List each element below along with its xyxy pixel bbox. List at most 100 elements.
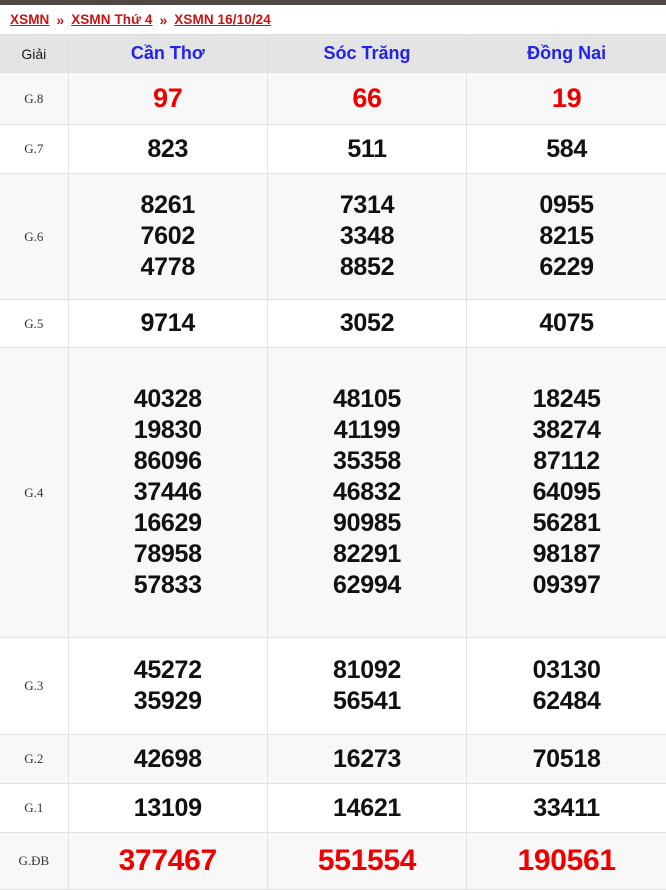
prize-number: 38274 [532,416,601,444]
prize-number: 584 [546,134,587,163]
prize-number: 3348 [339,222,395,250]
prize-numbers-cell: 81092 56541 [267,637,468,735]
prize-number: 97 [153,83,183,113]
prize-number: 0955 [539,191,594,219]
prize-number: 40328 [133,385,202,413]
prize-number: 64095 [532,478,601,506]
prize-number: 09397 [532,571,601,599]
prize-label: G.1 [0,783,69,833]
prize-number: 14621 [333,793,402,822]
prize-number: 9714 [140,309,196,337]
prize-numbers-cell: 97 [68,72,268,125]
prize-numbers-cell: 48105 41199 35358 46832 90985 82291 62994 [267,347,468,638]
prize-label: G.ĐB [0,832,69,890]
prize-number: 86096 [133,447,202,475]
prize-numbers-cell: 03130 62484 [466,637,666,735]
lottery-results-table: Giải Cần Thơ Sóc Trăng Đồng Nai G.8 97 66 1… [0,34,666,890]
breadcrumb-separator: » [159,11,168,28]
prize-numbers-cell: 40328 19830 86096 37446 16629 78958 57833 [68,347,268,638]
table-row: G.ĐB 377467 551554 190561 [0,832,666,890]
prize-numbers-cell: 3052 [267,299,468,348]
column-header-prize: Giải [0,34,69,73]
prize-number: 87112 [533,447,600,475]
breadcrumb: XSMN » XSMN Thứ 4 » XSMN 16/10/24 [0,5,666,34]
prize-number: 18245 [532,385,601,413]
prize-numbers-cell: 16273 [267,734,468,784]
prize-number: 3052 [339,309,395,337]
prize-number: 8215 [539,222,594,250]
prize-numbers-cell: 0955 8215 6229 [466,173,666,300]
prize-number: 46832 [333,478,402,506]
column-header-province-0[interactable]: Cần Thơ [68,34,268,73]
prize-number: 66 [352,83,382,113]
prize-number: 7314 [339,191,395,219]
table-row: G.1 13109 14621 33411 [0,783,666,833]
prize-label: G.6 [0,173,69,300]
prize-numbers-cell: 13109 [68,783,268,833]
prize-number: 78958 [133,540,202,568]
prize-numbers-cell: 190561 [466,832,666,890]
prize-number: 4778 [140,253,196,281]
prize-number: 16273 [333,744,402,773]
prize-numbers-cell: 19 [466,72,666,125]
prize-numbers-cell: 551554 [267,832,468,890]
prize-number: 551554 [317,844,417,877]
prize-numbers-cell: 42698 [68,734,268,784]
prize-numbers-cell: 9714 [68,299,268,348]
prize-number: 41199 [333,416,401,444]
prize-number: 511 [347,134,387,163]
prize-number: 82291 [333,540,402,568]
prize-number: 19830 [133,416,202,444]
prize-numbers-cell: 33411 [466,783,666,833]
prize-label: G.4 [0,347,69,638]
prize-number: 62484 [532,687,601,715]
prize-number: 35358 [333,447,402,475]
prize-numbers-cell: 823 [68,124,268,174]
table-header: Giải Cần Thơ Sóc Trăng Đồng Nai [0,34,666,73]
prize-number: 56541 [333,687,402,715]
prize-number: 45272 [133,656,202,684]
prize-numbers-cell: 18245 38274 87112 64095 56281 98187 09397 [466,347,666,638]
breadcrumb-separator: » [56,11,65,28]
prize-number: 62994 [333,571,402,599]
column-header-province-1[interactable]: Sóc Trăng [267,34,468,73]
table-header-row: Giải Cần Thơ Sóc Trăng Đồng Nai [0,34,666,73]
prize-numbers-cell: 511 [267,124,468,174]
table-row: G.6 8261 7602 4778 7314 3348 8852 0955 8215 6229 [0,173,666,300]
prize-label: G.5 [0,299,69,348]
prize-number: 03130 [532,656,601,684]
prize-number: 81092 [333,656,402,684]
prize-numbers-cell: 584 [466,124,666,174]
prize-number: 8852 [339,253,395,281]
prize-label: G.3 [0,637,69,735]
prize-number: 57833 [133,571,202,599]
prize-numbers-cell: 14621 [267,783,468,833]
table-row: G.7 823 511 584 [0,124,666,174]
lottery-results-page: XSMN » XSMN Thứ 4 » XSMN 16/10/24 Giải C… [0,0,666,890]
column-header-province-2[interactable]: Đồng Nai [466,34,666,73]
prize-number: 13109 [133,793,202,822]
breadcrumb-item-1[interactable]: XSMN Thứ 4 [71,12,152,27]
prize-number: 6229 [539,253,594,281]
prize-label: G.7 [0,124,69,174]
prize-number: 8261 [140,191,196,219]
table-row: G.5 9714 3052 4075 [0,299,666,348]
breadcrumb-item-0[interactable]: XSMN [10,12,49,27]
prize-label: G.2 [0,734,69,784]
prize-number: 90985 [333,509,402,537]
prize-number: 377467 [118,844,218,877]
prize-number: 823 [147,134,189,163]
prize-number: 37446 [133,478,202,506]
prize-number: 48105 [333,385,402,413]
breadcrumb-item-2[interactable]: XSMN 16/10/24 [174,12,271,27]
prize-numbers-cell: 45272 35929 [68,637,268,735]
prize-number: 35929 [133,687,202,715]
table-row: G.2 42698 16273 70518 [0,734,666,784]
prize-number: 4075 [539,309,594,337]
table-row: G.8 97 66 19 [0,72,666,125]
prize-number: 16629 [133,509,202,537]
prize-numbers-cell: 4075 [466,299,666,348]
prize-number: 7602 [140,222,196,250]
table-row: G.3 45272 35929 81092 56541 03130 62484 [0,637,666,735]
prize-number: 42698 [133,744,202,773]
